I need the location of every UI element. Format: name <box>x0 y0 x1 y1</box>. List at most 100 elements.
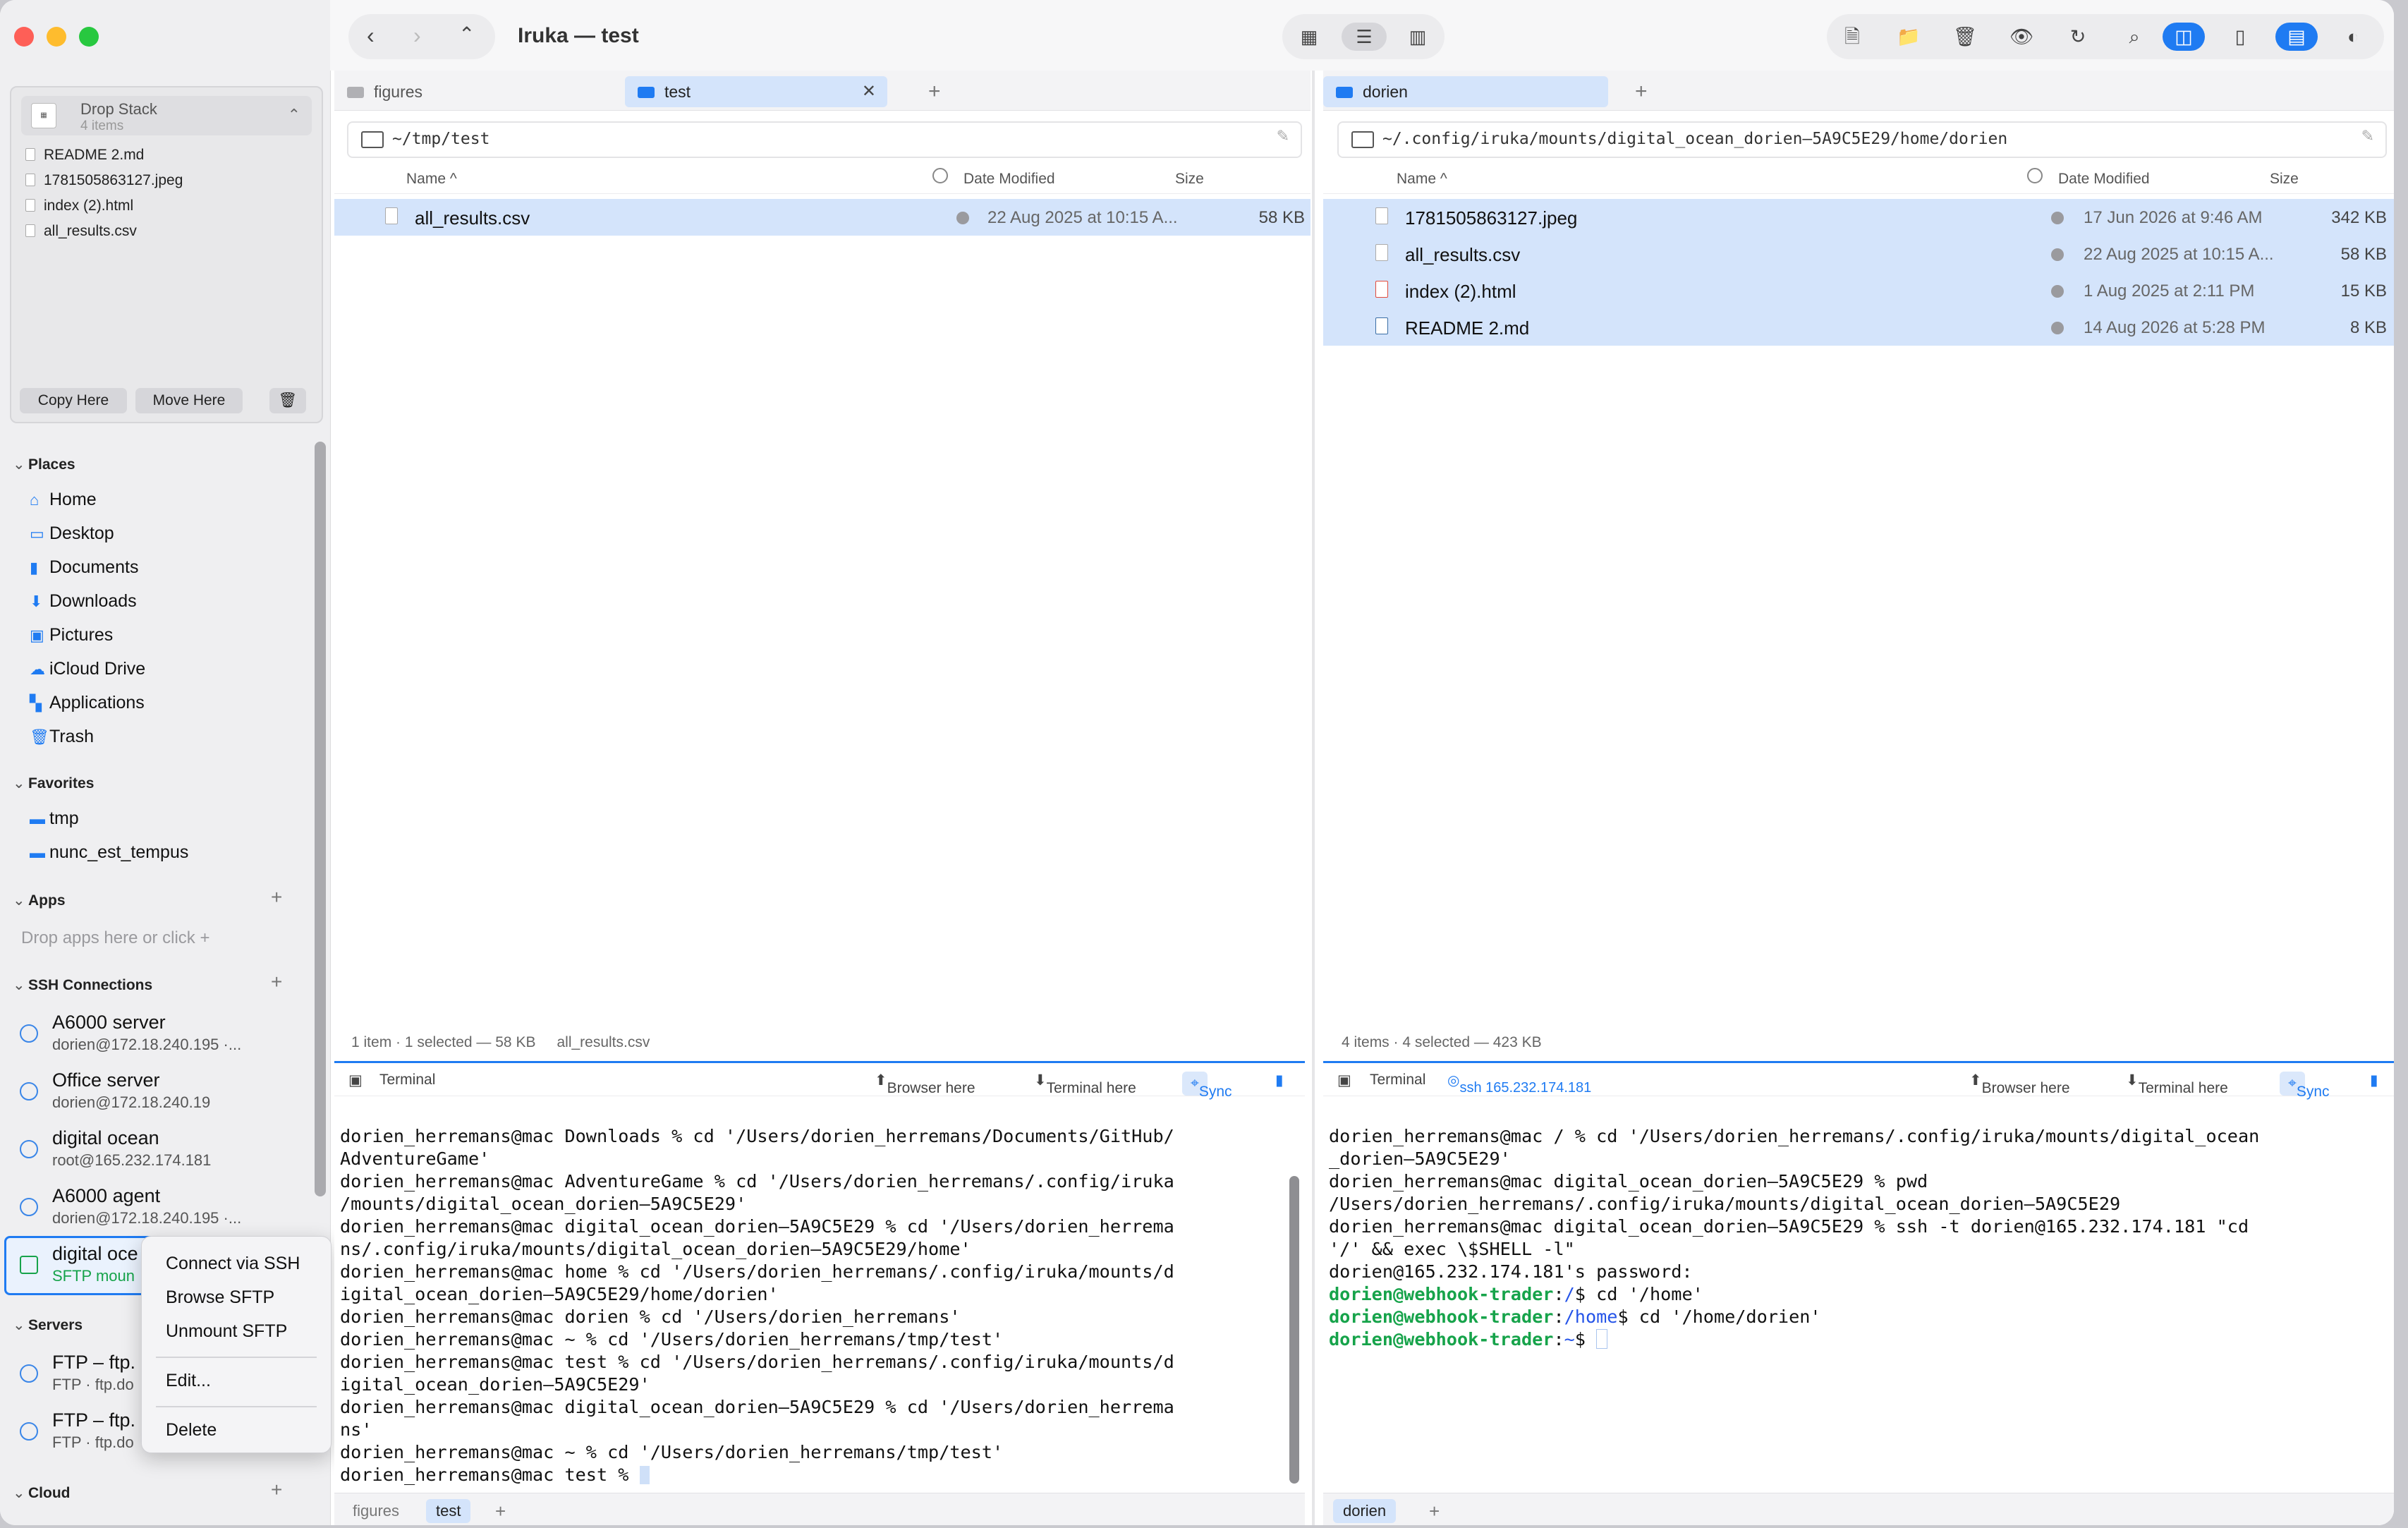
forward-icon[interactable]: › <box>413 23 421 49</box>
add-terminal-tab-icon[interactable]: + <box>485 1499 516 1523</box>
pane-divider[interactable] <box>1312 71 1315 1525</box>
sidebar-item-desktop[interactable]: ▭ Desktop <box>30 523 114 544</box>
terminal-output[interactable]: dorien_herremans@mac / % cd '/Users/dori… <box>1329 1103 2366 1351</box>
drop-stack-header[interactable]: ▦ Drop Stack 4 items ⌃ <box>21 96 312 135</box>
pencil-icon[interactable]: ✎ <box>1277 127 1289 145</box>
sidebar-item-trash[interactable]: 🗑Trash <box>30 727 94 747</box>
copy-here-button[interactable]: Copy Here <box>20 388 127 413</box>
terminal-panel-icon[interactable]: ▤ <box>2275 23 2318 51</box>
servers-section-header[interactable]: ⌄ Servers <box>13 1316 83 1334</box>
new-folder-icon[interactable]: 📁 <box>1887 23 1930 51</box>
places-section-header[interactable]: ⌄ Places <box>13 456 75 473</box>
sidebar-item-documents[interactable]: ▮ Documents <box>30 557 138 578</box>
cloud-section-header[interactable]: ⌄ Cloud <box>13 1484 70 1502</box>
add-app-icon[interactable]: + <box>271 886 282 909</box>
file-row[interactable]: index (2).html 1 Aug 2025 at 2:11 PM 15 … <box>1323 272 2394 309</box>
pencil-icon[interactable]: ✎ <box>2361 127 2374 145</box>
dual-pane-icon[interactable]: ◫ <box>2163 23 2205 51</box>
back-icon[interactable]: ‹ <box>367 23 375 49</box>
sidebar-scrollbar[interactable] <box>315 442 326 1196</box>
close-tab-icon[interactable]: ✕ <box>862 76 876 107</box>
tag-column-icon[interactable] <box>2027 168 2043 183</box>
column-view-icon[interactable]: ▥ <box>1395 23 1440 51</box>
add-tab-icon[interactable]: + <box>928 76 949 107</box>
browser-here-button[interactable]: ⬆ Browser here <box>875 1072 975 1096</box>
parent-folder-icon[interactable]: ⌃ <box>458 23 475 46</box>
ssh-section-header[interactable]: ⌄ SSH Connections <box>13 976 152 994</box>
right-terminal[interactable]: ▣ Terminal ◎ ssh 165.232.174.181 ⬆ Brows… <box>1323 1061 2394 1525</box>
terminal-tab-dorien[interactable]: dorien <box>1333 1499 1397 1523</box>
file-row[interactable]: all_results.csv 22 Aug 2025 at 10:15 A..… <box>1323 236 2394 272</box>
tab-test[interactable]: test ✕ <box>625 76 887 107</box>
drop-stack-file[interactable]: index (2).html <box>25 198 133 214</box>
drop-stack-file[interactable]: README 2.md <box>25 147 144 164</box>
menu-item-delete[interactable]: Delete <box>166 1420 217 1441</box>
sidebar-item-icloud-drive[interactable]: ☁ iCloud Drive <box>30 659 145 679</box>
clear-terminal-icon[interactable]: ▮ <box>2370 1072 2378 1089</box>
menu-item-connect-via-ssh[interactable]: Connect via SSH <box>166 1254 300 1274</box>
sidebar-item-pictures[interactable]: ▣ Pictures <box>30 625 113 645</box>
chevron-up-icon[interactable]: ⌃ <box>288 106 300 124</box>
drop-stack-file[interactable]: all_results.csv <box>25 223 137 240</box>
add-terminal-tab-icon[interactable]: + <box>1419 1499 1449 1523</box>
search-icon[interactable]: ⌕ <box>2113 23 2155 51</box>
column-size[interactable]: Size <box>1175 171 1204 188</box>
column-name[interactable]: Name ^ <box>406 171 457 188</box>
terminal-here-button[interactable]: ⬇ Terminal here <box>2126 1072 2228 1096</box>
sidebar-item-home[interactable]: ⌂ Home <box>30 490 97 510</box>
sync-button[interactable]: ⌖ Sync <box>1182 1072 1232 1100</box>
apps-drop-hint[interactable]: Drop apps here or click + <box>21 928 209 948</box>
sidebar-right-icon[interactable]: ▯ <box>2219 23 2261 51</box>
path-text[interactable]: ~/.config/iruka/mounts/digital_ocean_dor… <box>1382 130 2007 148</box>
drop-stack[interactable]: ▦ Drop Stack 4 items ⌃ README 2.md 17815… <box>10 86 323 423</box>
tag-column-icon[interactable] <box>932 168 948 183</box>
close-window-button[interactable] <box>14 27 34 47</box>
terminal-scrollbar[interactable] <box>1289 1176 1299 1484</box>
tab-figures[interactable]: figures <box>334 76 619 107</box>
minimize-window-button[interactable] <box>47 27 66 47</box>
terminal-tab-test[interactable]: test <box>426 1499 471 1523</box>
sidebar-item-downloads[interactable]: ⬇ Downloads <box>30 591 137 612</box>
list-view-icon[interactable]: ☰ <box>1342 23 1387 51</box>
add-cloud-icon[interactable]: + <box>271 1479 282 1501</box>
column-size[interactable]: Size <box>2270 171 2299 188</box>
sidebar-item-tmp[interactable]: ▬ tmp <box>30 808 79 829</box>
globe-icon <box>20 1422 38 1441</box>
column-name[interactable]: Name ^ <box>1397 171 1447 188</box>
trash-icon[interactable]: 🗑 <box>269 388 306 413</box>
add-ssh-icon[interactable]: + <box>271 971 282 993</box>
sync-button[interactable]: ⌖ Sync <box>2280 1072 2330 1100</box>
delete-icon[interactable]: 🗑 <box>1944 23 1986 51</box>
column-date-modified[interactable]: Date Modified <box>963 171 1055 188</box>
tab-dorien[interactable]: dorien <box>1323 76 1608 107</box>
terminal-here-button[interactable]: ⬇ Terminal here <box>1034 1072 1136 1096</box>
new-file-icon[interactable]: 🗎 <box>1831 23 1873 51</box>
terminal-tab-figures[interactable]: figures <box>343 1499 409 1523</box>
sidebar-item-applications[interactable]: ▚ Applications <box>30 693 145 713</box>
browser-here-button[interactable]: ⬆ Browser here <box>1969 1072 2070 1096</box>
path-bar[interactable]: ~/.config/iruka/mounts/digital_ocean_dor… <box>1337 121 2387 158</box>
path-bar[interactable]: ~/tmp/test ✎ <box>347 121 1302 158</box>
zoom-window-button[interactable] <box>79 27 99 47</box>
column-date-modified[interactable]: Date Modified <box>2058 171 2150 188</box>
apps-section-header[interactable]: ⌄ Apps <box>13 892 66 909</box>
add-tab-icon[interactable]: + <box>1635 76 1656 107</box>
menu-item-unmount-sftp[interactable]: Unmount SFTP <box>166 1321 287 1342</box>
file-row[interactable]: README 2.md 14 Aug 2026 at 5:28 PM 8 KB <box>1323 309 2394 346</box>
appearance-icon[interactable]: ◐ <box>2332 23 2374 51</box>
terminal-output[interactable]: dorien_herremans@mac Downloads % cd '/Us… <box>340 1103 1277 1486</box>
drop-stack-file[interactable]: 1781505863127.jpeg <box>25 172 183 189</box>
menu-item-browse-sftp[interactable]: Browse SFTP <box>166 1287 274 1308</box>
file-row[interactable]: 1781505863127.jpeg 17 Jun 2026 at 9:46 A… <box>1323 199 2394 236</box>
grid-view-icon[interactable]: ▦ <box>1287 23 1332 51</box>
left-terminal[interactable]: ▣ Terminal ⬆ Browser here ⬇ Terminal her… <box>334 1061 1305 1525</box>
clear-terminal-icon[interactable]: ▮ <box>1275 1072 1284 1089</box>
refresh-icon[interactable]: ↻ <box>2057 23 2099 51</box>
hidden-files-eye-icon[interactable]: 👁 <box>2000 23 2043 51</box>
file-row[interactable]: all_results.csv 22 Aug 2025 at 10:15 A..… <box>334 199 1311 236</box>
move-here-button[interactable]: Move Here <box>135 388 243 413</box>
path-text[interactable]: ~/tmp/test <box>392 130 489 148</box>
sidebar-item-nunc-est-tempus[interactable]: ▬ nunc_est_tempus <box>30 842 188 863</box>
menu-item-edit[interactable]: Edit... <box>166 1371 211 1391</box>
favorites-section-header[interactable]: ⌄ Favorites <box>13 775 94 792</box>
